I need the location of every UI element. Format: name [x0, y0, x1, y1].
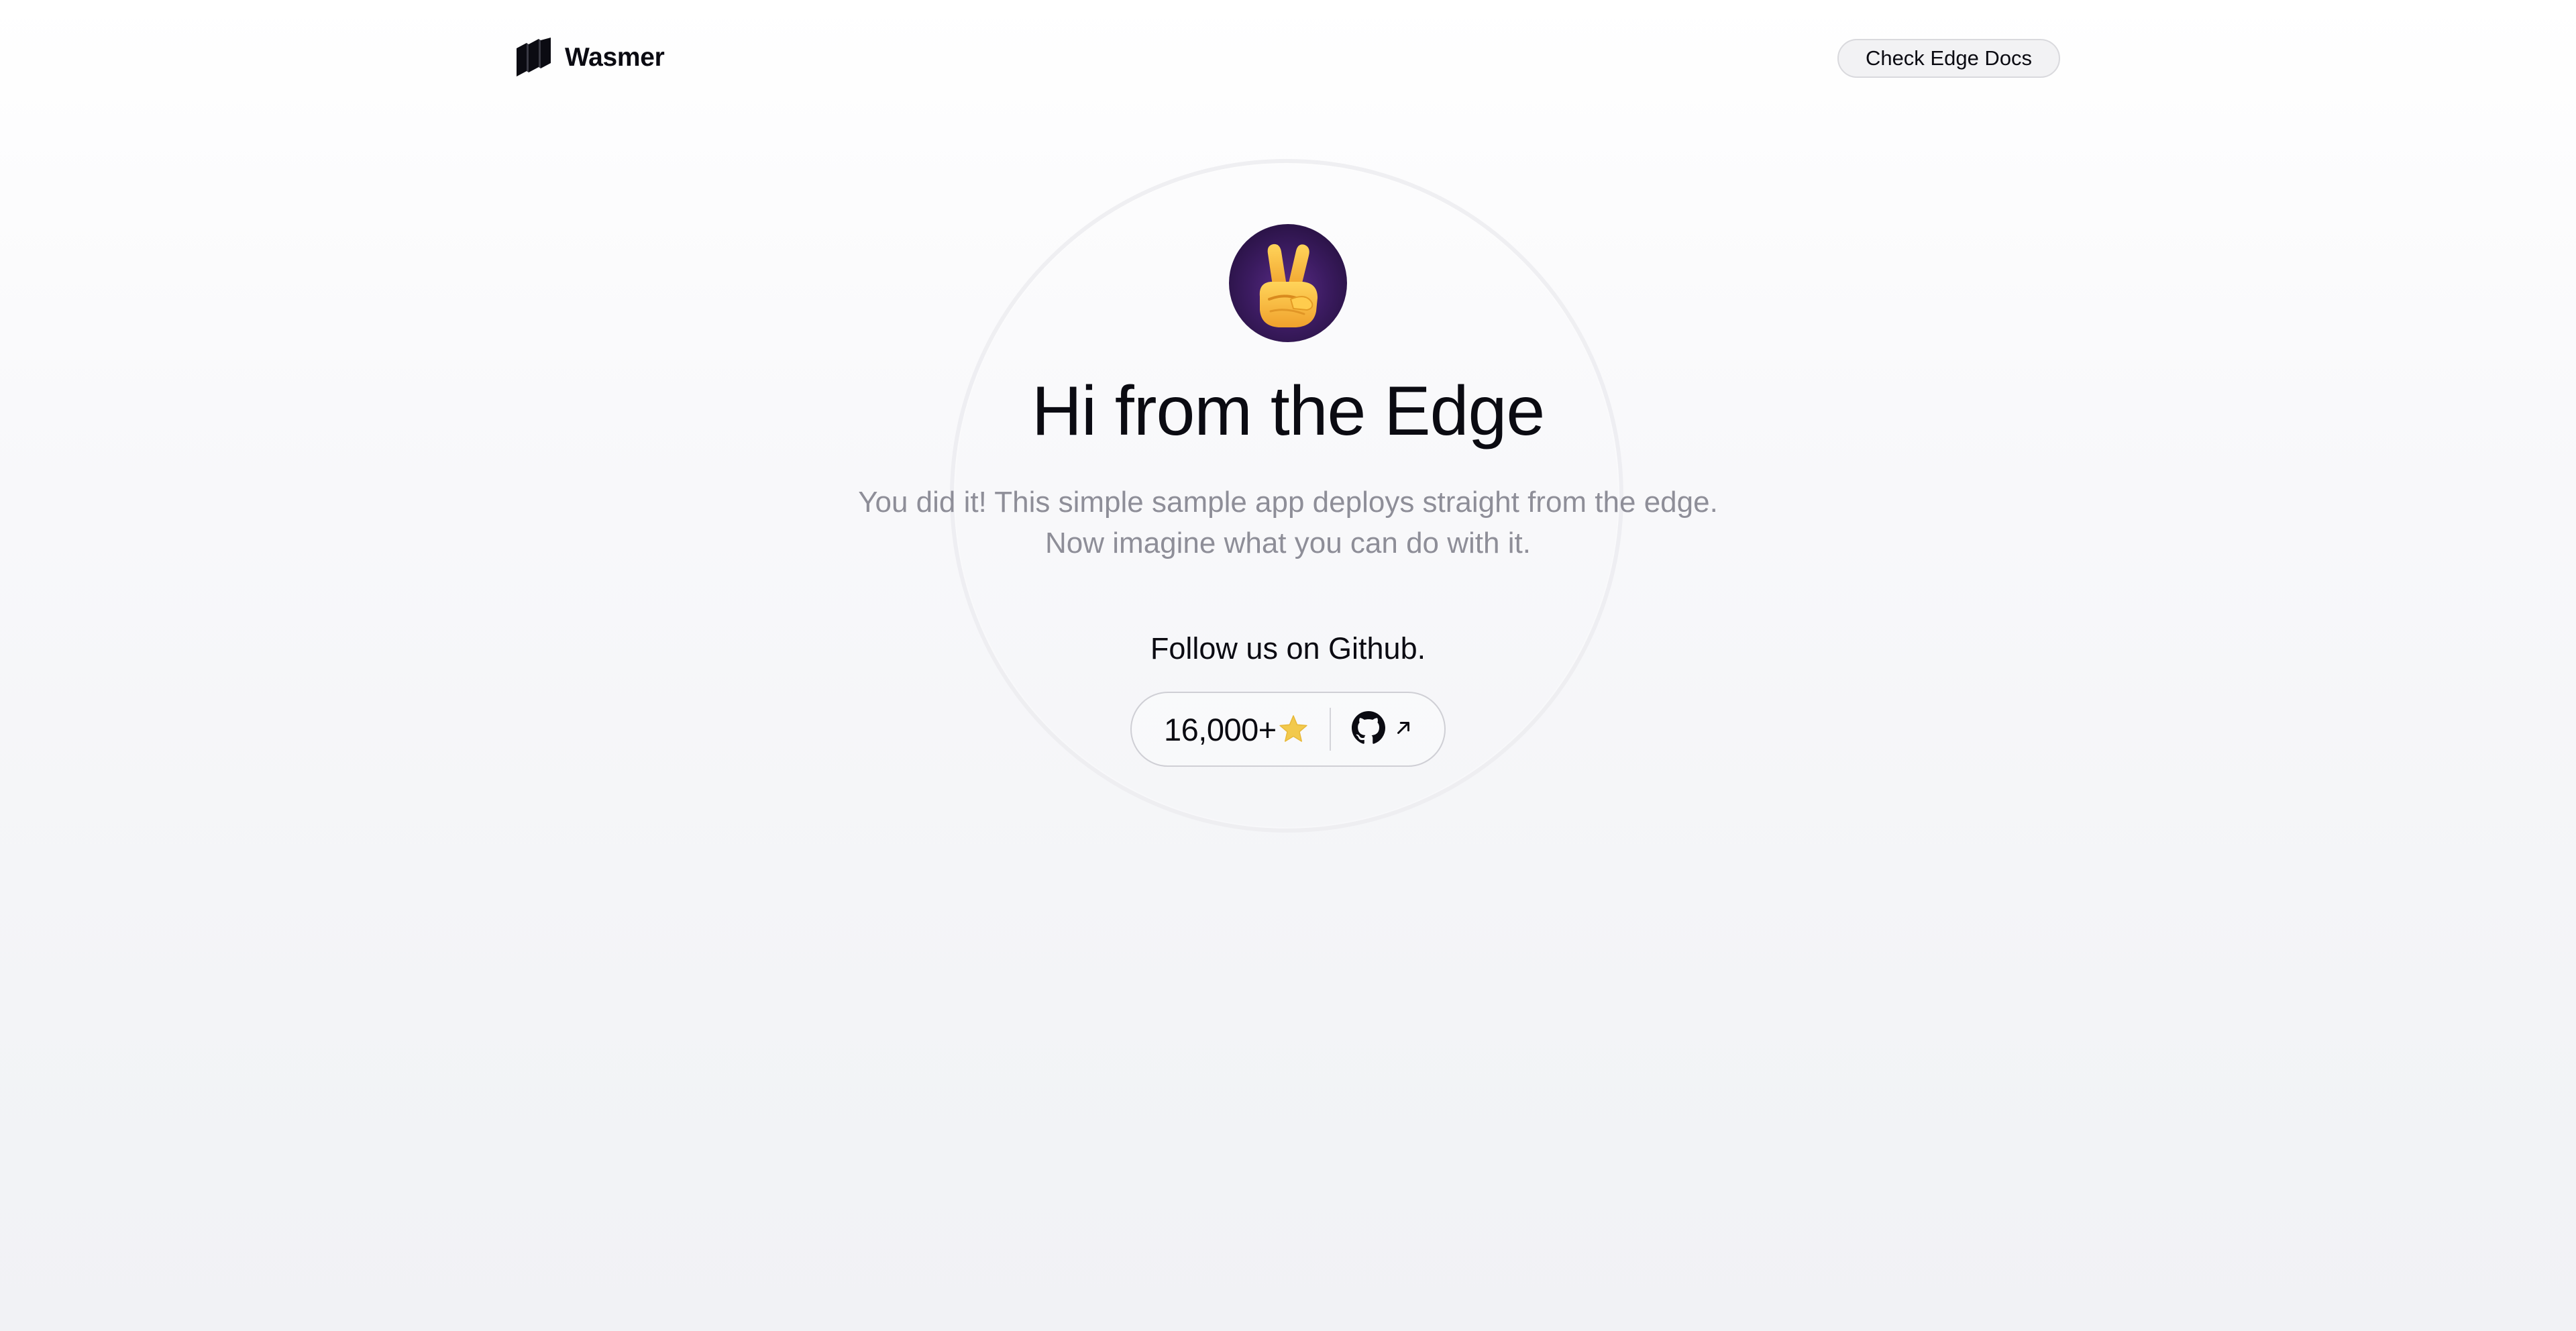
- wasmer-logo-icon: [515, 38, 553, 78]
- follow-github-text: Follow us on Github.: [1150, 631, 1426, 666]
- hero-subtitle-line-2: Now imagine what you can do with it.: [1045, 527, 1531, 560]
- arrow-up-right-icon: [1393, 718, 1413, 741]
- github-link[interactable]: [1352, 693, 1413, 765]
- hero-subtitle: You did it! This simple sample app deplo…: [0, 482, 2576, 564]
- star-icon: [1278, 714, 1309, 747]
- star-count: 16,000+: [1164, 711, 1277, 747]
- hero-subtitle-line-1: You did it! This simple sample app deplo…: [858, 486, 1718, 519]
- page-title: Hi from the Edge: [1031, 372, 1545, 450]
- github-icon: [1352, 710, 1385, 748]
- pill-divider: [1330, 708, 1331, 751]
- check-edge-docs-button[interactable]: Check Edge Docs: [1837, 39, 2060, 78]
- wasmer-logo-link[interactable]: Wasmer: [515, 38, 665, 78]
- github-stars-pill: 16,000+: [1130, 692, 1446, 767]
- brand-name: Wasmer: [565, 43, 665, 72]
- victory-hand-emoji-icon: [1229, 224, 1347, 342]
